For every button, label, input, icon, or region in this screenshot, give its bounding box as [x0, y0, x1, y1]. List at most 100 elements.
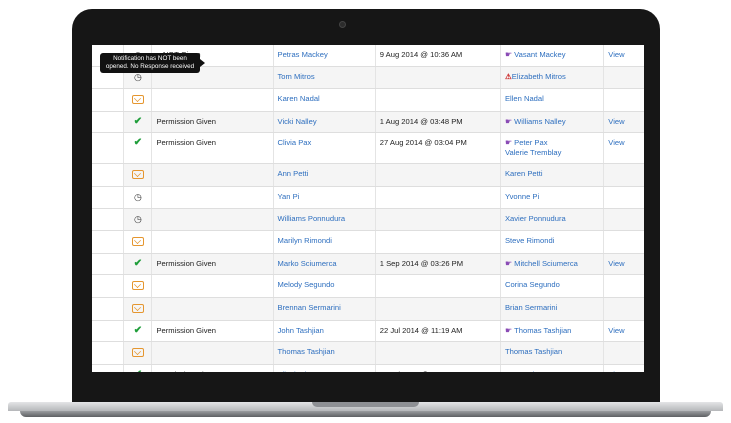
contact-cell[interactable]: ⚠Elizabeth Mitros [500, 66, 605, 89]
student-link[interactable]: Williams Ponnudura [273, 208, 376, 231]
spacer-cell [92, 132, 125, 164]
permission-cell [151, 208, 274, 231]
envelope-icon [131, 170, 144, 179]
student-link[interactable]: Brennan Sermarini [273, 297, 376, 321]
contact-cell[interactable]: Ellen Nadal [500, 88, 605, 112]
contact-link[interactable]: Thomas Tashjian [505, 347, 562, 356]
contact-link[interactable]: Yvonne Pi [505, 192, 539, 201]
check-icon: ✔ [133, 137, 143, 148]
permission-cell [151, 163, 274, 187]
student-link[interactable]: Marko Sciumerca [273, 253, 376, 275]
contact-link[interactable]: Vasant Mackey [514, 50, 565, 59]
student-link[interactable]: Yan Pi [273, 186, 376, 209]
contact-cell[interactable]: Corina Segundo [500, 274, 605, 298]
spacer-cell [92, 186, 125, 209]
student-link[interactable]: Petras Mackey [273, 45, 376, 67]
view-link[interactable] [603, 297, 644, 321]
contact-cell[interactable]: Steve Rimondi [500, 230, 605, 254]
date-cell: 23 Jul 2014 @ 11:20 AM [375, 364, 501, 372]
date-cell: 27 Aug 2014 @ 03:04 PM [375, 132, 501, 164]
status-cell [123, 341, 153, 365]
hand-pointer-icon: ☛ [504, 259, 513, 268]
view-link[interactable]: View [603, 111, 644, 133]
student-link[interactable]: Marilyn Rimondi [273, 230, 376, 254]
status-cell: ✔ [123, 320, 153, 342]
tooltip: Notification has NOT been opened. No Res… [100, 53, 205, 73]
date-cell [375, 230, 501, 254]
table-row: Thomas Tashjian Thomas Tashjian [92, 341, 644, 365]
spacer-cell [92, 230, 125, 254]
view-link[interactable] [603, 208, 644, 231]
student-link[interactable]: Melody Segundo [273, 274, 376, 298]
student-link[interactable]: Clivia Pax [273, 132, 376, 164]
date-cell [375, 341, 501, 365]
table-row: ◷ Williams Ponnudura Xavier Ponnudura [92, 208, 644, 231]
contact-cell[interactable]: ☛ Williams Nalley [500, 111, 605, 133]
view-link[interactable]: View [603, 253, 644, 275]
contact-link[interactable]: Ellen Nadal [505, 94, 544, 103]
laptop-base [0, 402, 731, 423]
contact-link[interactable]: Peter Pax [514, 138, 547, 147]
date-cell [375, 274, 501, 298]
contact-cell[interactable]: ☛ Mitchell Sciumerca [500, 253, 605, 275]
spacer-cell [92, 208, 125, 231]
permission-cell [151, 88, 274, 112]
spacer-cell [92, 163, 125, 187]
view-link[interactable] [603, 186, 644, 209]
date-cell [375, 186, 501, 209]
student-link[interactable]: Karen Nadal [273, 88, 376, 112]
student-link[interactable]: Elizabeth Torresgrossa [273, 364, 376, 372]
view-link[interactable] [603, 341, 644, 365]
student-link[interactable]: John Tashjian [273, 320, 376, 342]
contact-cell[interactable]: Yvonne Pi [500, 186, 605, 209]
contact-link[interactable]: Corina Segundo [505, 280, 560, 289]
status-cell: ✔ [123, 111, 153, 133]
view-link[interactable] [603, 88, 644, 112]
spacer-cell [92, 297, 125, 321]
spacer-cell [92, 320, 125, 342]
date-cell: 1 Sep 2014 @ 03:26 PM [375, 253, 501, 275]
clock-icon: ◷ [133, 192, 142, 202]
view-link[interactable]: View [603, 320, 644, 342]
permission-cell [151, 230, 274, 254]
view-link[interactable] [603, 66, 644, 89]
view-link[interactable] [603, 163, 644, 187]
date-cell: 9 Aug 2014 @ 10:36 AM [375, 45, 501, 67]
status-cell [123, 163, 153, 187]
warning-icon: ⚠ [504, 72, 512, 81]
student-link[interactable]: Tom Mitros [273, 66, 376, 89]
contact-link[interactable]: Mitchell Sciumerca [514, 259, 578, 268]
contact-cell[interactable]: Thomas Tashjian [500, 341, 605, 365]
contact-link[interactable]: Brian Sermarini [505, 303, 557, 312]
contact-link[interactable]: Karen Petti [505, 169, 543, 178]
contact-cell[interactable]: ☛ Vasant Mackey [500, 45, 605, 67]
permission-cell [151, 297, 274, 321]
student-link[interactable]: Vicki Nalley [273, 111, 376, 133]
contact-cell[interactable]: ☛ Peter Pax Valerie Tremblay [500, 132, 605, 164]
contact-link-secondary[interactable]: Valerie Tremblay [505, 148, 561, 157]
contact-cell[interactable]: Brian Sermarini [500, 297, 605, 321]
student-link[interactable]: Ann Petti [273, 163, 376, 187]
contact-link[interactable]: Elizabeth Mitros [512, 72, 566, 81]
view-link[interactable]: View [603, 364, 644, 372]
contact-link[interactable]: Gretchen Torresgrossa [514, 370, 591, 372]
contact-cell[interactable]: Xavier Ponnudura [500, 208, 605, 231]
permission-cell: Permission Given [151, 132, 274, 164]
contact-cell[interactable]: ☛Gretchen Torresgrossa [500, 364, 605, 372]
contact-link[interactable]: Williams Nalley [514, 117, 565, 126]
table-row: Melody Segundo Corina Segundo [92, 274, 644, 298]
contact-link[interactable]: Xavier Ponnudura [505, 214, 566, 223]
status-cell [123, 230, 153, 254]
contact-cell[interactable]: Karen Petti [500, 163, 605, 187]
contact-link[interactable]: Steve Rimondi [505, 236, 554, 245]
contact-link[interactable]: Thomas Tashjian [514, 326, 571, 335]
view-link[interactable] [603, 274, 644, 298]
view-link[interactable] [603, 230, 644, 254]
view-link[interactable]: View [603, 45, 644, 67]
table-row: Marilyn Rimondi Steve Rimondi [92, 230, 644, 254]
spacer-cell [92, 274, 125, 298]
status-cell: ✔ [123, 364, 153, 372]
contact-cell[interactable]: ☛ Thomas Tashjian [500, 320, 605, 342]
student-link[interactable]: Thomas Tashjian [273, 341, 376, 365]
view-link[interactable]: View [603, 132, 644, 164]
